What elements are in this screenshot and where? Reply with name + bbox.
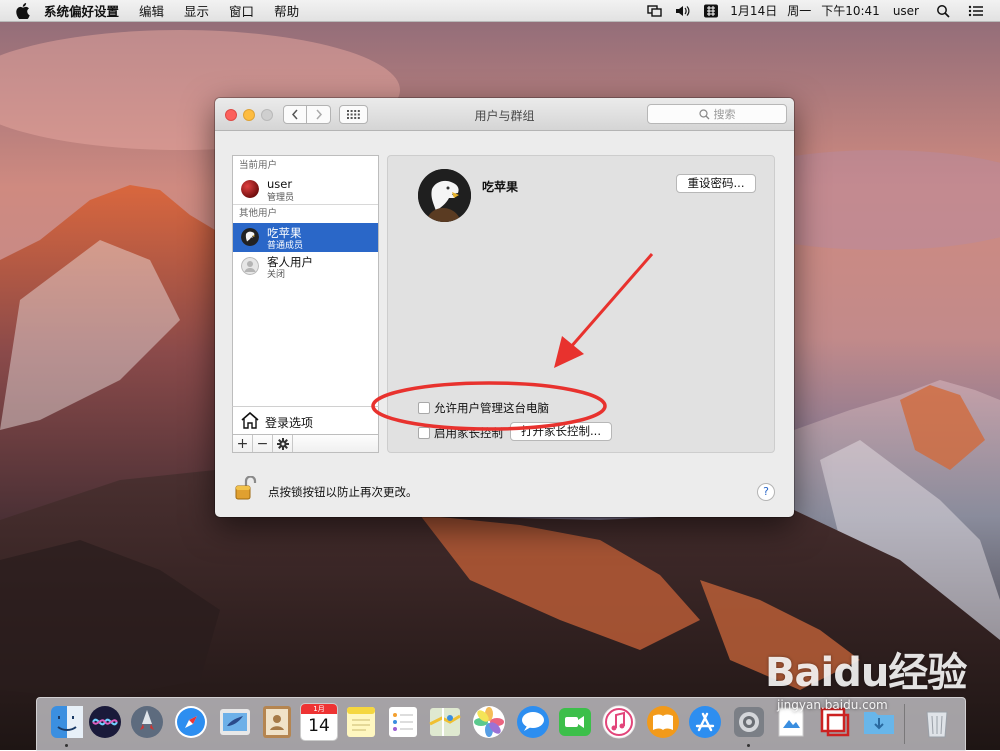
other-users-header: 其他用户 xyxy=(239,208,278,219)
reminders-icon[interactable] xyxy=(385,704,421,740)
user-role: 普通成员 xyxy=(267,241,304,251)
launchpad-icon[interactable] xyxy=(129,704,165,740)
contacts-icon[interactable] xyxy=(259,704,295,740)
user-full-name: 吃苹果 xyxy=(482,180,519,194)
menubar-weekday[interactable]: 周一 xyxy=(787,2,811,19)
list-toolbar: + − xyxy=(232,434,379,453)
lock-instruction-text: 点按锁按钮以防止再次更改。 xyxy=(268,485,418,499)
finder-icon[interactable] xyxy=(49,704,85,740)
user-avatar-large[interactable] xyxy=(418,169,471,222)
menu-edit[interactable]: 编辑 xyxy=(129,1,174,20)
menubar-date[interactable]: 1月14日 xyxy=(730,2,777,19)
calendar-day: 14 xyxy=(308,716,330,736)
user-role: 关闭 xyxy=(267,270,286,280)
mail-icon[interactable] xyxy=(217,704,253,740)
screen-mirroring-icon[interactable] xyxy=(647,4,663,18)
volume-icon[interactable] xyxy=(675,4,691,18)
house-icon xyxy=(241,412,259,429)
siri-icon[interactable] xyxy=(87,704,123,740)
maps-icon[interactable] xyxy=(427,704,463,740)
safari-icon[interactable] xyxy=(173,704,209,740)
user-role: 管理员 xyxy=(267,193,295,203)
menubar-time[interactable]: 下午10:41 xyxy=(821,2,880,19)
guest-user-icon xyxy=(241,257,259,275)
annotation-arrow-icon xyxy=(554,253,654,368)
photos-icon[interactable] xyxy=(471,704,507,740)
input-method-icon[interactable] xyxy=(703,4,719,18)
add-user-button[interactable]: + xyxy=(233,435,253,452)
running-indicator xyxy=(65,744,68,747)
itunes-icon[interactable] xyxy=(601,704,637,740)
calendar-icon[interactable]: 1月 14 xyxy=(301,704,337,740)
users-groups-window: 用户与群组 搜索 当前用户 user 管理员 其他用户 吃苹果 普通成员 客人用… xyxy=(215,98,794,517)
eagle-avatar-icon xyxy=(418,169,471,222)
user-row-current[interactable]: user 管理员 xyxy=(233,175,378,204)
calendar-month: 1月 xyxy=(301,704,337,714)
search-placeholder: 搜索 xyxy=(713,108,736,121)
menu-bar: 系统偏好设置 编辑 显示 窗口 帮助 1月14日 周一 下午10:41 user xyxy=(0,0,1000,22)
red-ball-avatar-icon xyxy=(241,180,259,198)
gear-icon xyxy=(276,437,289,450)
avatar xyxy=(241,180,259,198)
watermark-logo: Baidu经验 xyxy=(765,650,967,696)
user-row-guest[interactable]: 客人用户 关闭 xyxy=(233,252,378,281)
menu-help[interactable]: 帮助 xyxy=(264,1,309,20)
search-icon xyxy=(698,108,709,119)
apple-menu-icon[interactable] xyxy=(16,2,30,19)
avatar xyxy=(241,257,259,275)
divider xyxy=(233,204,378,205)
help-button[interactable]: ? xyxy=(757,483,775,501)
window-titlebar[interactable]: 用户与群组 搜索 xyxy=(215,98,794,131)
facetime-icon[interactable] xyxy=(557,704,593,740)
unlocked-padlock-icon xyxy=(235,475,257,500)
search-icon[interactable] xyxy=(936,4,952,18)
eagle-avatar-icon xyxy=(241,228,259,246)
watermark-url: jingyan.baidu.com xyxy=(777,698,888,712)
current-user-header: 当前用户 xyxy=(239,160,278,171)
user-row-selected[interactable]: 吃苹果 普通成员 xyxy=(233,223,378,252)
menu-app-name[interactable]: 系统偏好设置 xyxy=(44,1,129,20)
avatar xyxy=(241,228,259,246)
baidu-jingyan-watermark: Baidu经验 jingyan.baidu.com xyxy=(765,640,995,715)
search-input[interactable]: 搜索 xyxy=(647,104,787,124)
ibooks-icon[interactable] xyxy=(645,704,681,740)
menubar-user[interactable]: user xyxy=(893,4,919,18)
remove-user-button[interactable]: − xyxy=(253,435,273,452)
menu-list-icon[interactable] xyxy=(968,4,984,18)
annotation-highlight-ellipse xyxy=(371,381,607,431)
messages-icon[interactable] xyxy=(515,704,551,740)
reset-password-button[interactable]: 重设密码... xyxy=(676,174,756,193)
notes-icon[interactable] xyxy=(343,704,379,740)
running-indicator xyxy=(747,744,750,747)
system-preferences-icon[interactable] xyxy=(731,704,767,740)
menu-window[interactable]: 窗口 xyxy=(219,1,264,20)
gear-button[interactable] xyxy=(273,435,293,452)
login-options-label: 登录选项 xyxy=(265,416,314,430)
user-name: user xyxy=(267,177,293,191)
app-store-icon[interactable] xyxy=(687,704,723,740)
lock-button[interactable] xyxy=(235,475,257,503)
login-options-item[interactable]: 登录选项 xyxy=(232,406,379,435)
menu-view[interactable]: 显示 xyxy=(174,1,219,20)
